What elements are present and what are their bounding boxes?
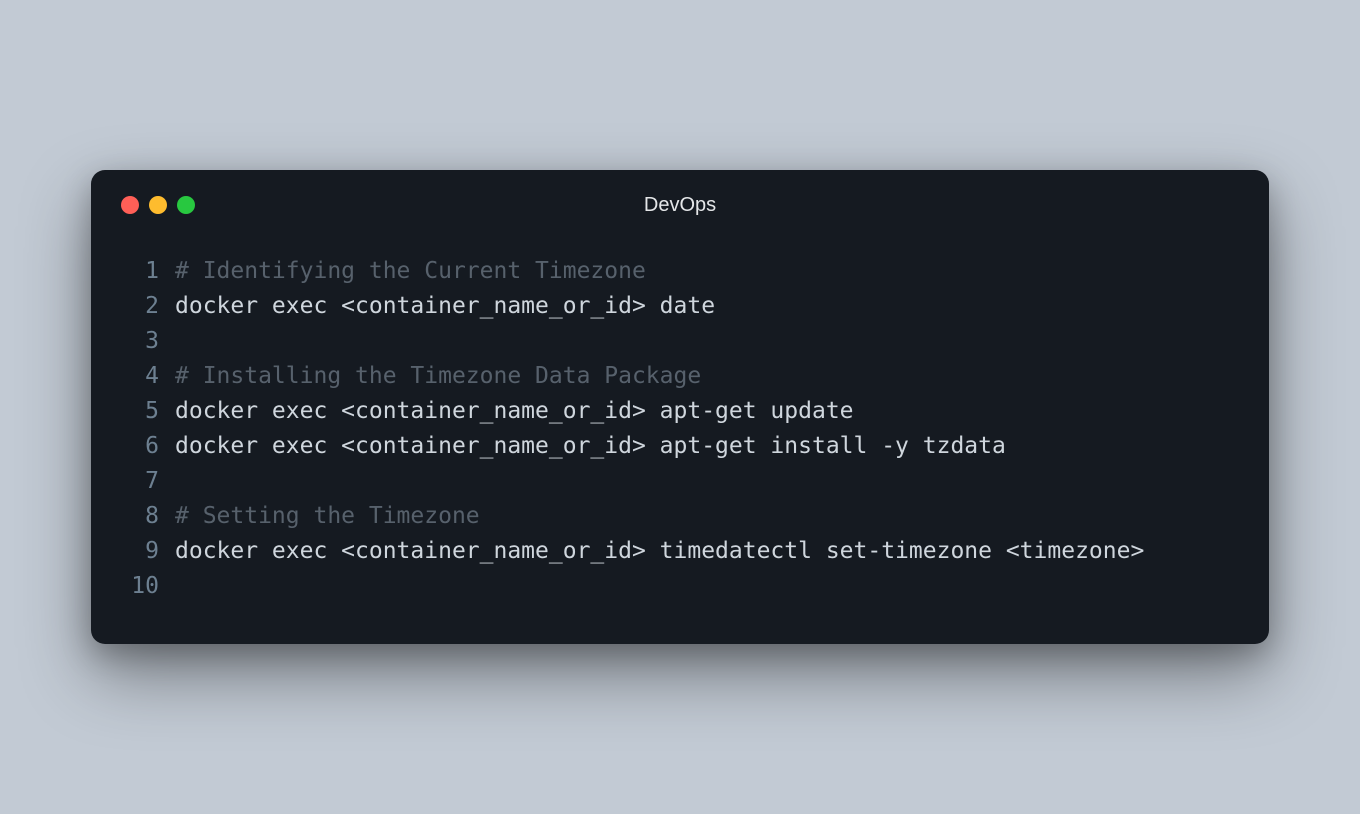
- line-number: 2: [119, 289, 175, 324]
- code-command[interactable]: docker exec <container_name_or_id> timed…: [175, 534, 1241, 569]
- line-number: 6: [119, 429, 175, 464]
- code-line[interactable]: 3: [119, 324, 1241, 359]
- code-comment[interactable]: # Identifying the Current Timezone: [175, 254, 1241, 289]
- code-line[interactable]: 10: [119, 569, 1241, 604]
- code-command[interactable]: docker exec <container_name_or_id> apt-g…: [175, 429, 1241, 464]
- code-line[interactable]: 5docker exec <container_name_or_id> apt-…: [119, 394, 1241, 429]
- code-comment[interactable]: # Installing the Timezone Data Package: [175, 359, 1241, 394]
- traffic-lights: [121, 196, 195, 214]
- line-number: 4: [119, 359, 175, 394]
- code-line[interactable]: 7: [119, 464, 1241, 499]
- maximize-icon[interactable]: [177, 196, 195, 214]
- close-icon[interactable]: [121, 196, 139, 214]
- code-command[interactable]: docker exec <container_name_or_id> apt-g…: [175, 394, 1241, 429]
- line-number: 7: [119, 464, 175, 499]
- code-editor[interactable]: 1# Identifying the Current Timezone2dock…: [119, 254, 1241, 604]
- code-line[interactable]: 6docker exec <container_name_or_id> apt-…: [119, 429, 1241, 464]
- line-number: 9: [119, 534, 175, 569]
- titlebar: DevOps: [119, 194, 1241, 216]
- line-number: 3: [119, 324, 175, 359]
- line-number: 8: [119, 499, 175, 534]
- code-line[interactable]: 9docker exec <container_name_or_id> time…: [119, 534, 1241, 569]
- terminal-window: DevOps 1# Identifying the Current Timezo…: [91, 170, 1269, 644]
- code-line[interactable]: 4# Installing the Timezone Data Package: [119, 359, 1241, 394]
- line-number: 10: [119, 569, 175, 604]
- window-title: DevOps: [119, 194, 1241, 217]
- code-command[interactable]: docker exec <container_name_or_id> date: [175, 289, 1241, 324]
- code-line[interactable]: 2docker exec <container_name_or_id> date: [119, 289, 1241, 324]
- line-number: 5: [119, 394, 175, 429]
- code-line[interactable]: 1# Identifying the Current Timezone: [119, 254, 1241, 289]
- minimize-icon[interactable]: [149, 196, 167, 214]
- code-line[interactable]: 8# Setting the Timezone: [119, 499, 1241, 534]
- line-number: 1: [119, 254, 175, 289]
- code-comment[interactable]: # Setting the Timezone: [175, 499, 1241, 534]
